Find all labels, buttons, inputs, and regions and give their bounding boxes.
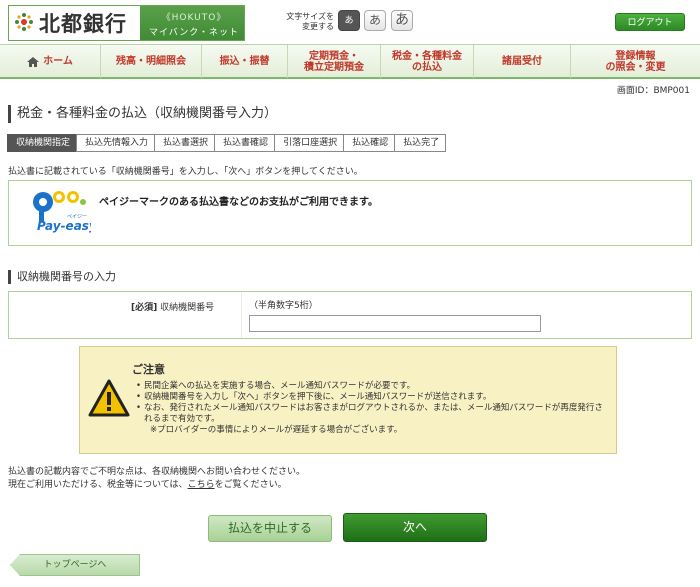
nav-tax-payment-label: 税金・各種料金 の払込: [392, 50, 462, 73]
caution-item: 収納機関番号を入力し「次へ」ボタンを押下後に、メール通知パスワードが送信されます…: [136, 392, 606, 403]
caution-item: なお、発行されたメール通知パスワードはお客さまがログアウトされるか、または、メー…: [136, 403, 606, 425]
nav-applications-label: 諸届受付: [502, 56, 542, 67]
tax-list-link[interactable]: こちら: [188, 480, 215, 490]
payeasy-logo-label: Pay-easy: [37, 219, 91, 233]
font-size-small-button[interactable]: あ: [338, 10, 360, 31]
font-size-large-button[interactable]: あ: [391, 10, 413, 31]
font-size-label: 文字サイズを変更する: [286, 12, 334, 31]
header: 北都銀行 《HOKUTO》 マイバンク・ネット 文字サイズを変更する あ あ あ…: [0, 0, 700, 44]
caution-item: 民間企業への払込を実施する場合、メール通知パスワードが必要です。: [136, 381, 606, 392]
step-item: 払込書選択: [154, 134, 216, 152]
step-item: 払込書確認: [214, 134, 276, 152]
step-item: 収納機関指定: [7, 134, 78, 152]
nav-balance[interactable]: 残高・明細照会: [101, 45, 202, 78]
caution-list: 民間企業への払込を実施する場合、メール通知パスワードが必要です。 収納機関番号を…: [136, 381, 606, 436]
nav-time-deposit[interactable]: 定期預金・ 積立定期預金: [288, 45, 381, 78]
institution-number-input[interactable]: [249, 315, 541, 332]
nav-home[interactable]: ホーム: [0, 45, 101, 78]
caution-title: ご注意: [132, 363, 165, 376]
divider: [241, 292, 242, 338]
field-label-text: 収納機関番号: [160, 303, 215, 313]
nav-registration-label: 登録情報 の照会・変更: [605, 50, 666, 73]
intro-text: 払込書に記載されている「収納機関番号」を入力し、「次へ」ボタンを押してください。: [8, 167, 363, 177]
next-button[interactable]: 次へ: [343, 513, 487, 542]
font-size-medium-button[interactable]: あ: [364, 10, 386, 31]
footer-line-1: 払込書の記載内容でご不明な点は、各収納機関へお問い合わせください。: [8, 467, 306, 477]
footer-text: 払込書の記載内容でご不明な点は、各収納機関へお問い合わせください。 現在ご利用い…: [8, 466, 305, 492]
logo-hokuto: 《HOKUTO》: [161, 13, 227, 23]
field-label: [必須] 収納機関番号: [131, 300, 214, 313]
nav-transfer[interactable]: 振込・振替: [202, 45, 288, 78]
nav-registration[interactable]: 登録情報 の照会・変更: [571, 45, 700, 78]
logo-subtitle: マイバンク・ネット: [148, 28, 240, 38]
institution-number-form: [必須] 収納機関番号 （半角数字5桁）: [8, 291, 692, 339]
home-icon: [27, 56, 40, 67]
step-item: 払込完了: [394, 134, 447, 152]
page-title: 税金・各種料金の払込（収納機関番号入力）: [8, 105, 277, 123]
nav-balance-label: 残高・明細照会: [116, 56, 186, 67]
step-item: 払込確認: [343, 134, 396, 152]
nav-home-label: ホーム: [43, 56, 73, 67]
main-nav: ホーム 残高・明細照会 振込・振替 定期預金・ 積立定期預金 税金・各種料金 の…: [0, 44, 700, 79]
warning-icon: [88, 379, 130, 417]
top-page-button[interactable]: トップページへ: [10, 554, 140, 576]
footer-line-2-post: をご覧ください。: [214, 480, 287, 490]
cancel-payment-button[interactable]: 払込を中止する: [208, 515, 332, 542]
logo-band: 《HOKUTO》 マイバンク・ネット: [140, 6, 244, 40]
caution-note: ※プロバイダーの事情によりメールが遅延する場合がございます。: [150, 425, 403, 435]
logo-text: 北都銀行: [39, 12, 127, 36]
caution-panel: ご注意 民間企業への払込を実施する場合、メール通知パスワードが必要です。 収納機…: [79, 346, 617, 454]
payeasy-logo-icon: ペイジー Pay-easy: [33, 191, 91, 233]
bank-logo[interactable]: 北都銀行 《HOKUTO》 マイバンク・ネット: [8, 5, 245, 41]
footer-line-2: 現在ご利用いただける、税金等については、こちらをご覧ください。: [8, 479, 305, 492]
nav-tax-payment[interactable]: 税金・各種料金 の払込: [381, 45, 474, 78]
footer-line-2-pre: 現在ご利用いただける、税金等については、: [8, 480, 188, 490]
logo-mark-icon: [15, 13, 33, 31]
logout-button[interactable]: ログアウト: [615, 13, 685, 31]
nav-applications[interactable]: 諸届受付: [474, 45, 571, 78]
step-progress: 収納機関指定 払込先情報入力 払込書選択 払込書確認 引落口座選択 払込確認 払…: [7, 134, 447, 152]
required-mark: [必須]: [131, 303, 158, 313]
field-hint: （半角数字5桁）: [249, 301, 318, 311]
section-title: 収納機関番号の入力: [8, 270, 116, 284]
payeasy-message: ペイジーマークのある払込書などのお支払がご利用できます。: [99, 197, 378, 208]
step-item: 払込先情報入力: [76, 134, 156, 152]
payeasy-panel: ペイジー Pay-easy ペイジーマークのある払込書などのお支払がご利用できま…: [8, 180, 692, 246]
screen-id: 画面ID：BMP001: [616, 86, 690, 96]
step-item: 引落口座選択: [274, 134, 345, 152]
nav-transfer-label: 振込・振替: [219, 56, 270, 67]
nav-time-deposit-label: 定期預金・ 積立定期預金: [304, 50, 364, 73]
